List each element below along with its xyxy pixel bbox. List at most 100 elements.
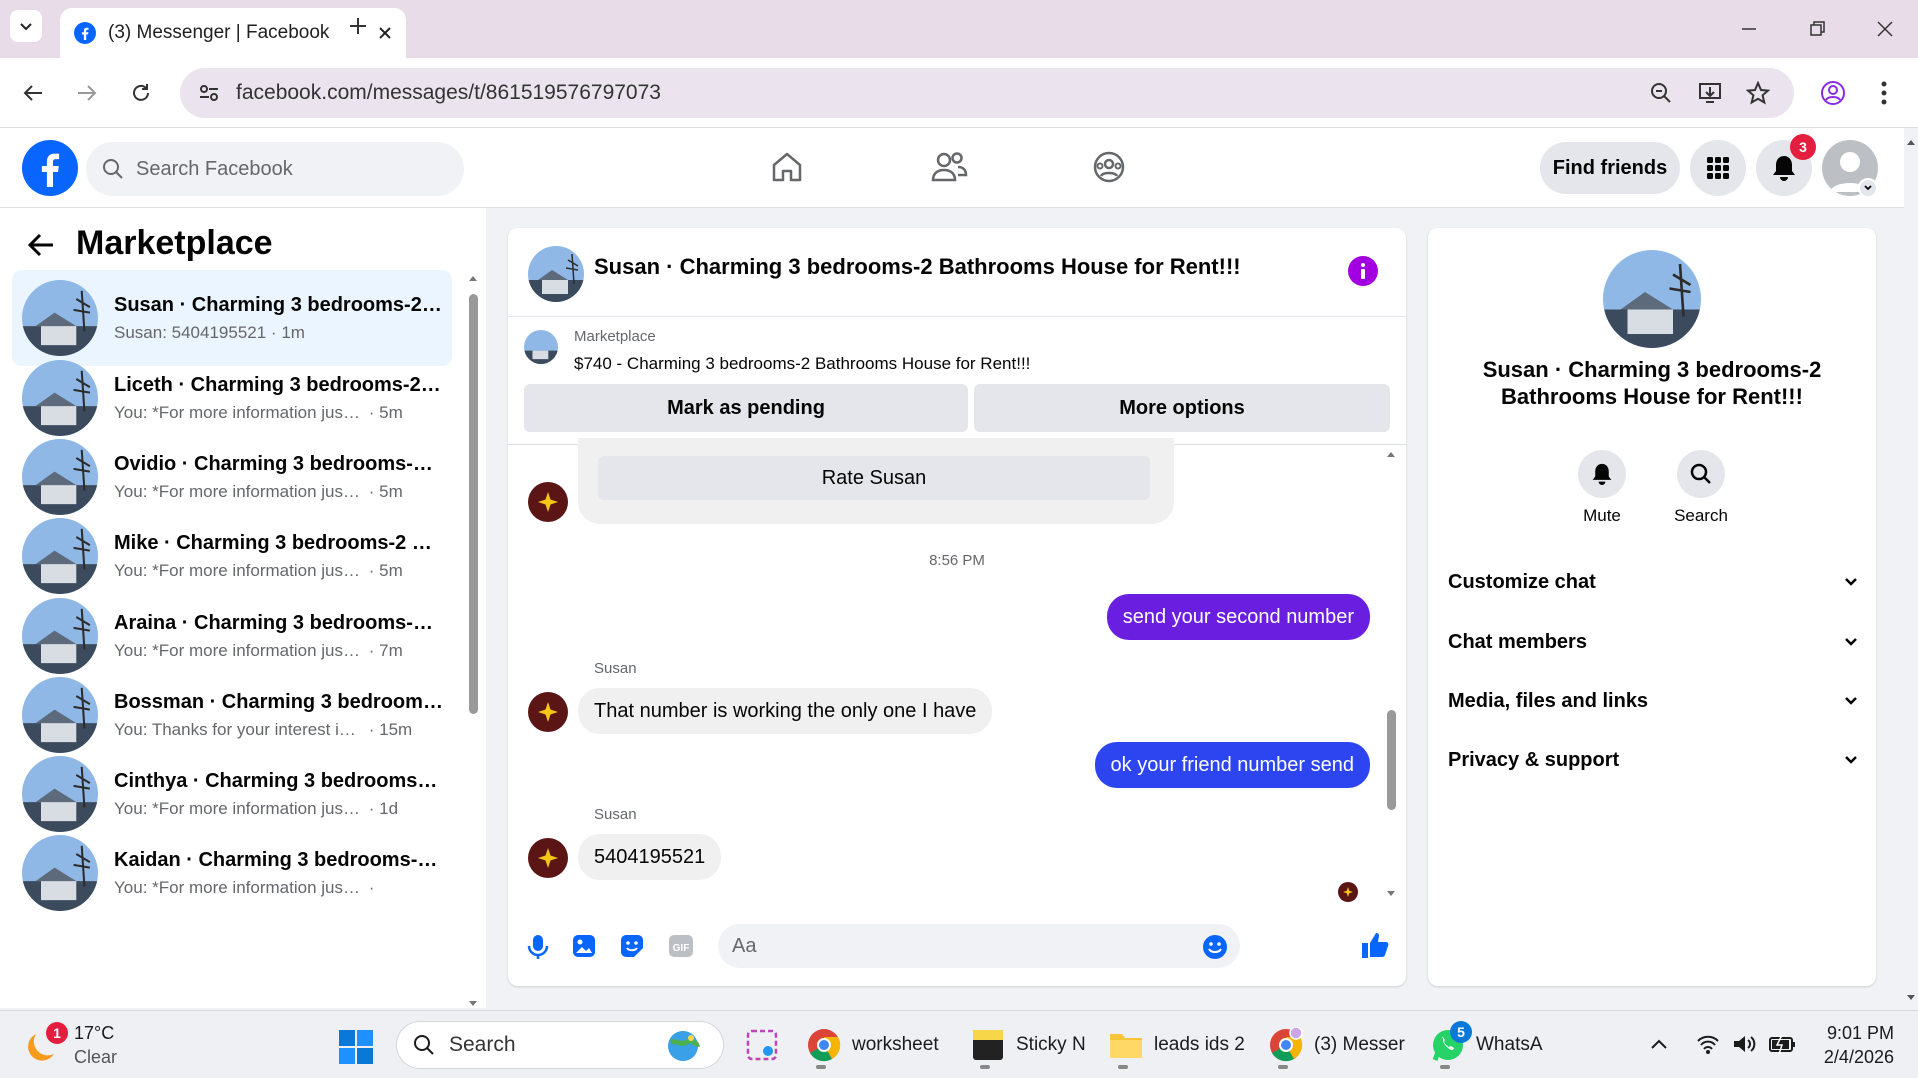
chat-header-avatar[interactable] — [528, 246, 584, 302]
privacy-support-section[interactable]: Privacy & support — [1448, 740, 1858, 780]
close-tab-icon[interactable] — [378, 26, 392, 40]
weather-widget[interactable]: 1 17°C Clear — [26, 1021, 117, 1069]
susan-avatar[interactable] — [528, 482, 568, 522]
conversation-name: Susan · Charming 3 bedrooms-2 Bathrooms … — [114, 293, 444, 316]
conversation-name: Mike · Charming 3 bedrooms-2 Bathrooms H… — [114, 531, 444, 554]
scroll-down-arrow-icon[interactable] — [1904, 990, 1918, 1004]
battery-charging-icon[interactable] — [1768, 1033, 1796, 1055]
outgoing-message[interactable]: send your second number — [1106, 594, 1370, 640]
message-input[interactable]: Aa — [718, 924, 1240, 968]
conversation-preview: Susan: 5404195521 — [114, 322, 267, 342]
system-clock[interactable]: 9:01 PM 2/4/2026 — [1810, 1021, 1894, 1069]
chat-members-section[interactable]: Chat members — [1448, 622, 1858, 662]
sticker-icon[interactable] — [620, 934, 644, 958]
zoom-icon[interactable] — [1650, 82, 1672, 104]
chat-header-title[interactable]: Susan · Charming 3 bedrooms-2 Bathrooms … — [594, 254, 1241, 280]
taskbar-app-file-explorer[interactable]: leads ids 2 — [1108, 1023, 1245, 1069]
customize-chat-section[interactable]: Customize chat — [1448, 562, 1858, 602]
weather-desc: Clear — [74, 1047, 118, 1067]
media-files-links-section[interactable]: Media, files and links — [1448, 681, 1858, 721]
menu-button[interactable] — [1690, 140, 1746, 196]
show-hidden-icons-chevron-icon[interactable] — [1650, 1037, 1668, 1051]
back-arrow-icon[interactable] — [26, 230, 56, 260]
microphone-icon[interactable] — [526, 934, 550, 960]
taskbar-app-whatsapp[interactable]: 5 WhatsA — [1430, 1021, 1543, 1069]
susan-avatar[interactable] — [528, 692, 568, 732]
taskbar-app-label: (3) Messer — [1314, 1034, 1405, 1055]
outgoing-message[interactable]: ok your friend number send — [1094, 742, 1370, 788]
scroll-up-arrow-icon[interactable] — [466, 272, 480, 286]
taskbar-app-messenger[interactable]: (3) Messer — [1268, 1023, 1405, 1069]
find-friends-label: Find friends — [1552, 156, 1668, 179]
find-friends-button[interactable]: Find friends — [1540, 142, 1680, 194]
susan-avatar[interactable] — [528, 838, 568, 878]
grid-menu-icon — [1707, 157, 1729, 179]
scroll-down-arrow-icon[interactable] — [1384, 886, 1398, 900]
emoji-icon[interactable] — [1202, 934, 1228, 960]
taskbar-search-box[interactable]: Search — [396, 1021, 724, 1069]
taskbar-app-sticky-notes[interactable]: Sticky N — [970, 1023, 1086, 1069]
volume-icon[interactable] — [1732, 1033, 1756, 1055]
mark-as-pending-button[interactable]: Mark as pending — [524, 384, 968, 432]
incoming-message[interactable]: 5404195521 — [578, 834, 722, 880]
search-in-conversation-button[interactable]: Search — [1666, 450, 1736, 526]
groups-icon[interactable] — [1092, 150, 1126, 184]
minimize-icon[interactable] — [1740, 20, 1758, 38]
listing-title[interactable]: $740 - Charming 3 bedrooms-2 Bathrooms H… — [574, 354, 1030, 374]
friends-icon[interactable] — [930, 150, 968, 184]
snipping-tool-icon[interactable] — [744, 1027, 780, 1063]
gif-icon[interactable]: GIF — [668, 934, 694, 958]
close-window-icon[interactable] — [1876, 20, 1894, 38]
notifications-button[interactable]: 3 — [1756, 134, 1816, 196]
install-app-icon[interactable] — [1698, 82, 1722, 104]
mute-button[interactable]: Mute — [1570, 450, 1634, 526]
conversation-preview: You: *For more information just send me … — [114, 877, 364, 897]
conversation-list-scrollbar[interactable] — [466, 272, 480, 1012]
conversation-item[interactable]: Kaidan · Charming 3 bedrooms-2 Bathrooms… — [12, 825, 452, 921]
home-icon[interactable] — [770, 150, 804, 184]
facebook-logo-icon[interactable] — [22, 140, 78, 196]
facebook-search-input[interactable]: Search Facebook — [86, 142, 464, 196]
message-text: 5404195521 — [594, 845, 706, 868]
conversation-separator: · — [364, 640, 380, 660]
chat-scrollbar[interactable] — [1384, 448, 1398, 904]
chevron-down-icon — [1845, 756, 1857, 764]
reload-icon[interactable] — [130, 82, 152, 104]
back-icon[interactable] — [22, 82, 44, 104]
scroll-up-arrow-icon[interactable] — [1384, 448, 1398, 462]
scrollbar-thumb[interactable] — [469, 294, 478, 714]
incoming-message[interactable]: That number is working the only one I ha… — [578, 688, 993, 734]
conversation-name: Ovidio · Charming 3 bedrooms-2 Bathrooms… — [114, 452, 444, 475]
info-title: Susan · Charming 3 bedrooms-2 Bathrooms … — [1482, 357, 1822, 409]
listing-thumbnail[interactable] — [524, 330, 558, 364]
page-scrollbar[interactable] — [1904, 128, 1918, 1010]
taskbar-app-worksheet[interactable]: worksheet — [806, 1023, 939, 1069]
profile-icon[interactable] — [1820, 80, 1846, 106]
chevron-down-icon — [1845, 578, 1857, 586]
search-highlight-globe-icon — [668, 1031, 701, 1061]
new-tab-icon[interactable] — [348, 16, 368, 36]
restore-icon[interactable] — [1808, 20, 1826, 38]
scroll-down-arrow-icon[interactable] — [466, 996, 480, 1010]
scroll-up-arrow-icon[interactable] — [1904, 136, 1918, 150]
browser-menu-icon[interactable] — [1880, 80, 1888, 106]
site-info-icon[interactable] — [198, 82, 220, 104]
account-dropdown-badge[interactable] — [1858, 178, 1878, 198]
wifi-icon[interactable] — [1696, 1033, 1720, 1055]
forward-icon[interactable] — [76, 82, 98, 104]
more-options-button[interactable]: More options — [974, 384, 1390, 432]
sparkle-avatar-icon — [538, 492, 558, 512]
photo-icon[interactable] — [572, 934, 596, 958]
scrollbar-thumb[interactable] — [1387, 710, 1396, 810]
conversation-info-button[interactable] — [1348, 256, 1378, 286]
info-avatar[interactable] — [1603, 250, 1701, 348]
bookmark-star-icon[interactable] — [1746, 81, 1770, 105]
address-bar[interactable]: facebook.com/messages/t/861519576797073 — [180, 68, 1794, 118]
like-thumbs-up-icon[interactable] — [1360, 930, 1390, 960]
tab-list-button[interactable] — [10, 10, 42, 42]
rate-susan-button[interactable]: Rate Susan — [598, 456, 1150, 500]
conversation-avatar — [22, 835, 98, 911]
conversation-text: Cinthya · Charming 3 bedrooms-2 Bathroom… — [114, 770, 444, 819]
windows-start-icon[interactable] — [338, 1029, 374, 1065]
conversation-preview-line: You: *For more information just send me … — [114, 561, 444, 581]
